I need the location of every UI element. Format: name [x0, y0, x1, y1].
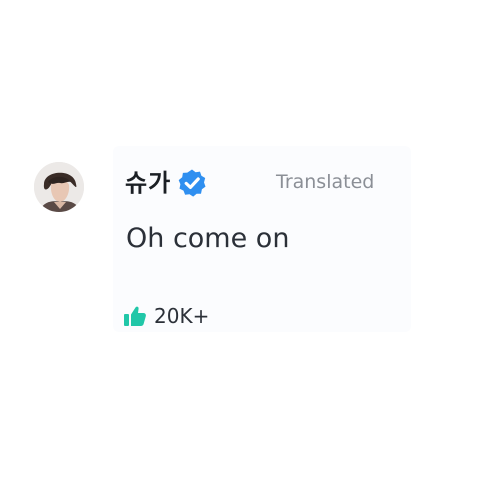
avatar-photo	[34, 162, 84, 212]
comment-text: Oh come on	[126, 223, 290, 254]
comment-screen: 슈가 Translated Oh come on 20K+	[0, 0, 480, 480]
author-row: 슈가	[125, 168, 207, 198]
comment-card: 슈가 Translated Oh come on 20K+	[113, 146, 411, 332]
author-name[interactable]: 슈가	[125, 168, 171, 198]
verified-badge-icon	[178, 169, 206, 197]
like-row[interactable]: 20K+	[122, 303, 209, 329]
thumbs-up-icon[interactable]	[122, 303, 148, 329]
translated-label[interactable]: Translated	[276, 170, 374, 194]
like-count: 20K+	[154, 304, 210, 328]
avatar[interactable]	[34, 162, 84, 212]
